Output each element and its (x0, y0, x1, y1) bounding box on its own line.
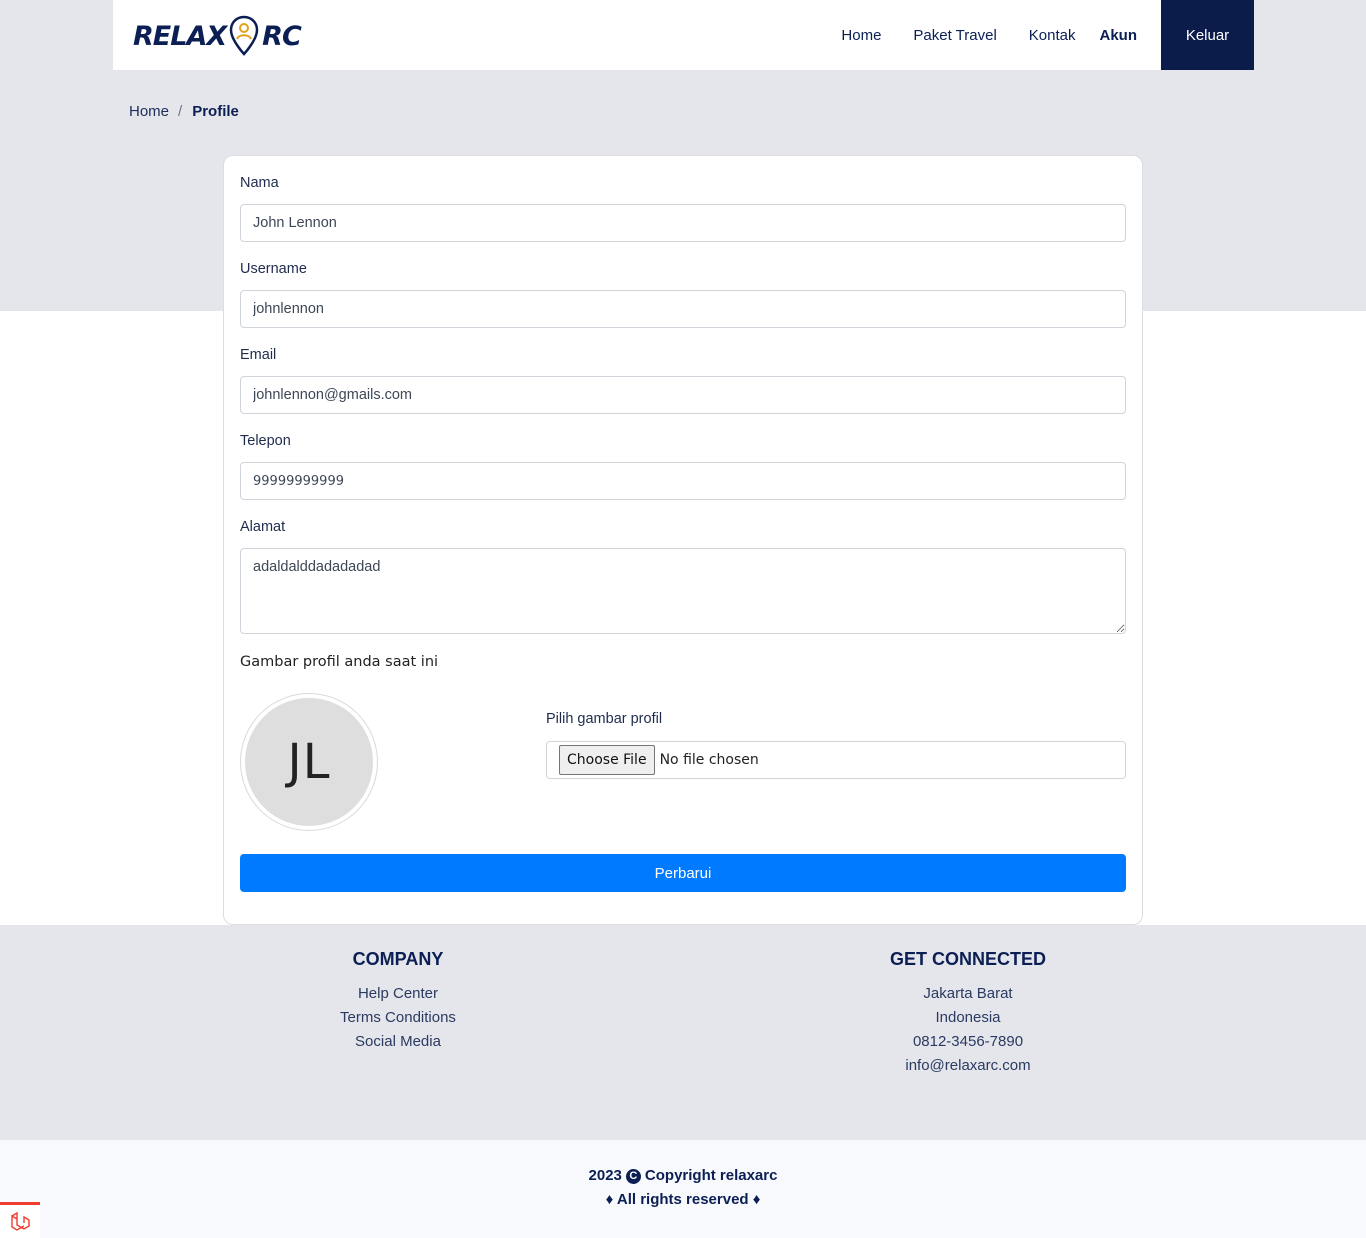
footer-connect: GET CONNECTED Jakarta Barat Indonesia 08… (818, 949, 1118, 1078)
framework-debug-icon[interactable] (0, 1202, 40, 1238)
brand-text-left: RELAX (133, 20, 227, 52)
footer-email: info@relaxarc.com (905, 1057, 1031, 1074)
username-input[interactable] (240, 290, 1126, 328)
nav-akun[interactable]: Akun (1100, 27, 1138, 44)
breadcrumb-current: Profile (192, 103, 239, 120)
copyright-bar: 2023 C Copyright relaxarc ♦ All rights r… (0, 1140, 1366, 1238)
file-status: No file chosen (659, 752, 759, 768)
footer-city: Jakarta Barat (923, 985, 1013, 1002)
footer-link-help-center[interactable]: Help Center (248, 982, 548, 1006)
copyright-icon: C (625, 1168, 641, 1184)
current-picture-title: Gambar profil anda saat ini (240, 654, 439, 670)
copyright-text: Copyright relaxarc (644, 1167, 778, 1184)
email-label: Email (240, 347, 277, 363)
nav-kontak[interactable]: Kontak (1029, 27, 1076, 44)
footer-company-title: COMPANY (352, 949, 444, 969)
rights-reserved: ♦ All rights reserved ♦ (605, 1191, 761, 1208)
email-input[interactable] (240, 376, 1126, 414)
footer-link-terms[interactable]: Terms Conditions (248, 1006, 548, 1030)
navbar: RELAX RC Home Paket Travel Kontak Akun K… (113, 0, 1254, 70)
address-label: Alamat (240, 519, 286, 535)
breadcrumb-separator: / (178, 103, 183, 120)
name-label: Nama (240, 175, 279, 191)
file-input[interactable]: Choose File No file chosen (546, 741, 1126, 779)
nav-links: Home Paket Travel Kontak Akun (809, 0, 1137, 70)
footer-phone: 0812-3456-7890 (912, 1033, 1024, 1050)
footer-link-social[interactable]: Social Media (248, 1030, 548, 1054)
brand-logo[interactable]: RELAX RC (133, 14, 302, 58)
avatar-frame: JL (240, 693, 378, 831)
footer-connect-title: GET CONNECTED (889, 949, 1046, 969)
nav-paket-travel[interactable]: Paket Travel (913, 27, 996, 44)
footer: COMPANY Help Center Terms Conditions Soc… (0, 925, 1366, 1140)
choose-file-button[interactable]: Choose File (559, 745, 655, 775)
username-label: Username (240, 261, 307, 277)
breadcrumb-home[interactable]: Home (129, 103, 169, 120)
logout-button[interactable]: Keluar (1161, 0, 1254, 70)
phone-input[interactable] (240, 462, 1126, 500)
address-textarea[interactable]: adaldalddadadadad (240, 548, 1126, 634)
file-label: Pilih gambar profil (546, 711, 663, 727)
avatar: JL (245, 698, 373, 826)
name-input[interactable] (240, 204, 1126, 242)
brand-text-right: RC (262, 20, 302, 52)
breadcrumb: Home / Profile (129, 103, 239, 120)
profile-form-card: Nama Username Email Telepon Alamat adald… (223, 155, 1143, 925)
copyright-line: 2023 C Copyright relaxarc (0, 1164, 1366, 1188)
copyright-year: 2023 (588, 1167, 622, 1184)
nav-home[interactable]: Home (841, 27, 881, 44)
footer-company: COMPANY Help Center Terms Conditions Soc… (248, 949, 548, 1054)
footer-country: Indonesia (935, 1009, 1001, 1026)
location-pin-icon (229, 15, 259, 56)
phone-label: Telepon (240, 433, 291, 449)
update-button[interactable]: Perbarui (240, 854, 1126, 892)
laravel-icon (11, 1211, 30, 1231)
